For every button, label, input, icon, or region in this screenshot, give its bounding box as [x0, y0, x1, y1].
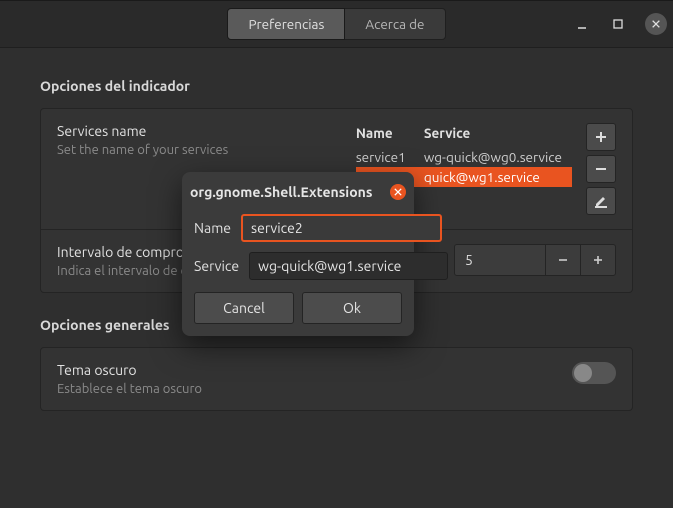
services-row-subtitle: Set the name of your services — [57, 143, 344, 157]
maximize-button[interactable] — [609, 15, 627, 33]
interval-spin: 5 — [454, 244, 616, 276]
dialog-name-input[interactable] — [241, 214, 442, 242]
dialog-title: org.gnome.Shell.Extensions — [190, 184, 372, 200]
edit-service-dialog: org.gnome.Shell.Extensions Name Service … — [182, 172, 414, 336]
dialog-cancel-button[interactable]: Cancel — [194, 292, 294, 324]
services-col-name: Name — [356, 123, 424, 147]
services-row-title: Services name — [57, 123, 344, 139]
minimize-button[interactable] — [573, 15, 591, 33]
remove-service-button[interactable] — [586, 155, 616, 183]
indicator-section-title: Opciones del indicador — [40, 78, 633, 94]
dark-theme-title: Tema oscuro — [57, 362, 560, 378]
dark-theme-row: Tema oscuro Establece el tema oscuro — [41, 348, 632, 410]
dialog-name-label: Name — [194, 220, 231, 236]
header-tabs: Preferencias Acerca de — [227, 8, 445, 40]
dialog-ok-button[interactable]: Ok — [302, 292, 402, 324]
toggle-knob — [574, 364, 592, 382]
services-col-service: Service — [424, 123, 481, 147]
general-panel: Tema oscuro Establece el tema oscuro — [40, 347, 633, 411]
cell-name: service1 — [356, 147, 424, 167]
dialog-service-label: Service — [194, 258, 239, 274]
interval-value[interactable]: 5 — [455, 252, 545, 268]
preferences-window: Preferencias Acerca de Opciones del indi… — [0, 0, 673, 508]
cell-service: quick@wg1.service — [424, 167, 550, 187]
cell-service: wg-quick@wg0.service — [424, 147, 572, 167]
header-bar: Preferencias Acerca de — [0, 1, 673, 48]
tab-preferencias[interactable]: Preferencias — [227, 8, 345, 40]
interval-decrement[interactable] — [545, 245, 580, 275]
interval-increment[interactable] — [580, 245, 615, 275]
add-service-button[interactable] — [586, 123, 616, 151]
edit-service-button[interactable] — [586, 187, 616, 215]
table-row[interactable]: service1 wg-quick@wg0.service — [356, 147, 572, 167]
dialog-close-button[interactable] — [390, 184, 406, 200]
dark-theme-toggle[interactable] — [572, 362, 616, 384]
dialog-service-input[interactable] — [249, 252, 448, 280]
dark-theme-subtitle: Establece el tema oscuro — [57, 382, 560, 396]
close-button[interactable] — [645, 13, 667, 35]
tab-acerca-de[interactable]: Acerca de — [345, 8, 445, 40]
